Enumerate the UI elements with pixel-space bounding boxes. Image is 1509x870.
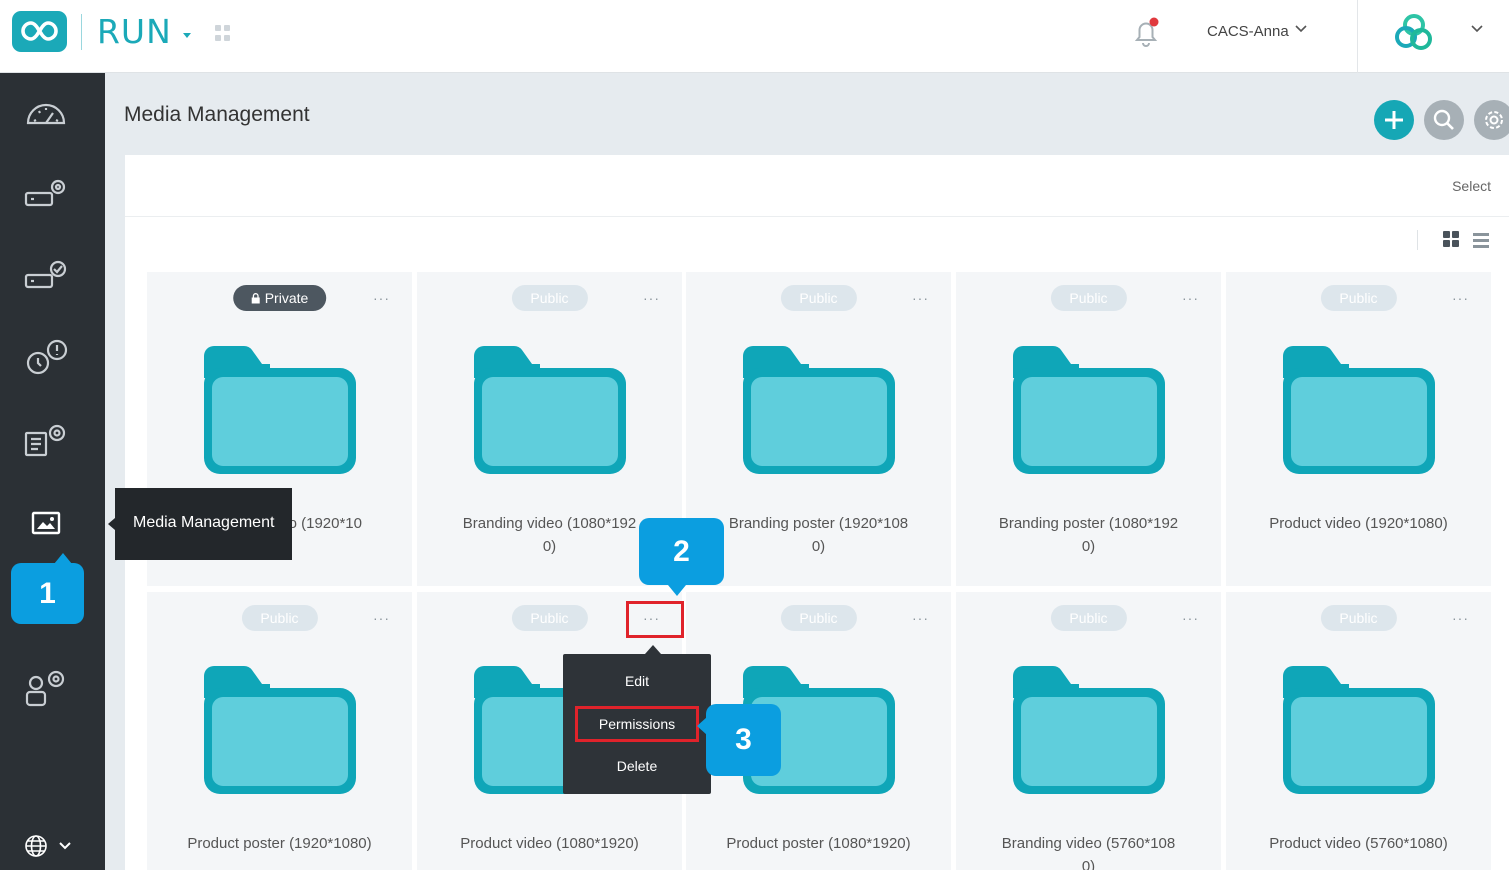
menu-item-edit[interactable]: Edit — [563, 673, 711, 689]
folder-icon[interactable] — [201, 344, 359, 483]
public-badge: Public — [780, 605, 857, 631]
callout-3: 3 — [706, 704, 781, 776]
search-icon — [1433, 109, 1454, 130]
card-title: Branding video (5760*1080) — [1001, 835, 1176, 870]
user-name[interactable]: CACS-Anna — [1207, 23, 1289, 40]
brand-logo-icon[interactable] — [1390, 12, 1438, 59]
badge-label: Private — [264, 290, 309, 306]
public-badge: Public — [1320, 605, 1397, 631]
device-check-icon[interactable] — [22, 253, 70, 297]
badge-label: Public — [1069, 290, 1108, 306]
notification-bell-icon[interactable] — [1132, 17, 1160, 54]
more-options-icon[interactable]: ··· — [1182, 610, 1199, 626]
public-badge: Public — [780, 285, 857, 311]
logo-divider — [81, 14, 82, 50]
sidebar-tooltip: Media Management — [115, 488, 292, 560]
gear-icon — [1485, 111, 1503, 129]
card-title: Product video (1080*1920) — [460, 835, 639, 852]
add-button[interactable] — [1374, 100, 1414, 140]
folder-icon[interactable] — [1010, 344, 1168, 483]
callout-2: 2 — [639, 518, 724, 585]
alerts-icon[interactable] — [22, 335, 70, 379]
more-options-icon[interactable]: ··· — [1182, 290, 1199, 306]
panel-toolbar: Select — [125, 155, 1509, 217]
grid-view-icon[interactable] — [1443, 231, 1459, 247]
apps-grid-icon[interactable] — [215, 25, 231, 41]
media-card[interactable]: Public ··· Branding poster (1920*1080) — [686, 272, 951, 586]
folder-icon[interactable] — [1280, 664, 1438, 803]
badge-label: Public — [1339, 610, 1378, 626]
lock-icon — [251, 290, 265, 306]
card-title: Product poster (1080*1920) — [726, 835, 911, 852]
device-settings-icon[interactable] — [22, 171, 70, 215]
badge-label: Public — [1339, 290, 1378, 306]
list-view-icon[interactable] — [1473, 233, 1489, 251]
card-title: Branding video (1080*1920) — [462, 515, 637, 555]
view-divider — [1417, 230, 1418, 250]
more-options-icon[interactable]: ··· — [373, 610, 390, 626]
page-title: Media Management — [124, 103, 310, 126]
more-options-icon[interactable]: ··· — [1452, 290, 1469, 306]
public-badge: Public — [511, 285, 588, 311]
badge-label: Public — [530, 290, 569, 306]
badge-label: Public — [799, 610, 838, 626]
user-menu-chevron-down-icon[interactable] — [1294, 22, 1308, 41]
card-title: Branding poster (1080*1920) — [998, 515, 1179, 555]
badge-label: Public — [1069, 610, 1108, 626]
settings-button[interactable] — [1474, 100, 1509, 140]
card-title: Branding poster (1920*1080) — [728, 515, 909, 555]
folder-icon[interactable] — [471, 344, 629, 483]
context-menu-arrow — [645, 645, 661, 654]
media-card[interactable]: Public ··· Product video (5760*1080) — [1226, 592, 1491, 870]
public-badge: Public — [241, 605, 318, 631]
media-card[interactable]: Public ··· Branding poster (1080*1920) — [956, 272, 1221, 586]
media-card[interactable]: Public ··· Product poster (1920*1080) — [147, 592, 412, 870]
globe-icon[interactable] — [25, 834, 75, 863]
media-card[interactable]: Public ··· Product video (1920*1080) — [1226, 272, 1491, 586]
header-divider — [1357, 0, 1358, 73]
app-switch-caret-icon[interactable] — [183, 33, 191, 38]
folder-icon[interactable] — [740, 344, 898, 483]
infinity-logo-icon[interactable] — [12, 11, 67, 52]
more-options-icon[interactable]: ··· — [912, 610, 929, 626]
sidebar — [0, 73, 105, 870]
user-settings-icon[interactable] — [22, 665, 70, 709]
card-title: Product video (1920*1080) — [1269, 515, 1448, 532]
card-title: Product poster (1920*1080) — [187, 835, 372, 852]
more-options-icon[interactable]: ··· — [912, 290, 929, 306]
folder-icon[interactable] — [1010, 664, 1168, 803]
public-badge: Public — [511, 605, 588, 631]
private-badge: Private — [232, 285, 327, 311]
public-badge: Public — [1050, 285, 1127, 311]
badge-label: Public — [530, 610, 569, 626]
permissions-highlight — [575, 706, 699, 742]
brand-chevron-down-icon[interactable] — [1470, 22, 1484, 41]
app-name[interactable]: RUN — [97, 12, 172, 51]
card-title: Product video (5760*1080) — [1269, 835, 1448, 852]
more-options-icon[interactable]: ··· — [643, 290, 660, 306]
more-options-highlight — [626, 601, 684, 638]
badge-label: Public — [260, 610, 299, 626]
public-badge: Public — [1320, 285, 1397, 311]
folder-icon[interactable] — [1280, 344, 1438, 483]
top-bar: RUN CACS-Anna — [0, 0, 1509, 73]
sidebar-item-media-management[interactable] — [0, 492, 105, 557]
content-settings-icon[interactable] — [22, 417, 70, 461]
badge-label: Public — [799, 290, 838, 306]
select-button[interactable]: Select — [1452, 178, 1491, 194]
search-button[interactable] — [1424, 100, 1464, 140]
public-badge: Public — [1050, 605, 1127, 631]
menu-item-delete[interactable]: Delete — [563, 758, 711, 774]
folder-icon[interactable] — [201, 664, 359, 803]
callout-1: 1 — [11, 563, 84, 624]
more-options-icon[interactable]: ··· — [373, 290, 390, 306]
add-icon — [1385, 111, 1403, 129]
callout-2-pointer — [668, 585, 686, 596]
media-card[interactable]: Public ··· Branding video (5760*1080) — [956, 592, 1221, 870]
tooltip-arrow — [108, 518, 115, 530]
page-header — [105, 73, 1509, 155]
more-options-icon[interactable]: ··· — [1452, 610, 1469, 626]
dashboard-gauge-icon[interactable] — [22, 91, 70, 135]
